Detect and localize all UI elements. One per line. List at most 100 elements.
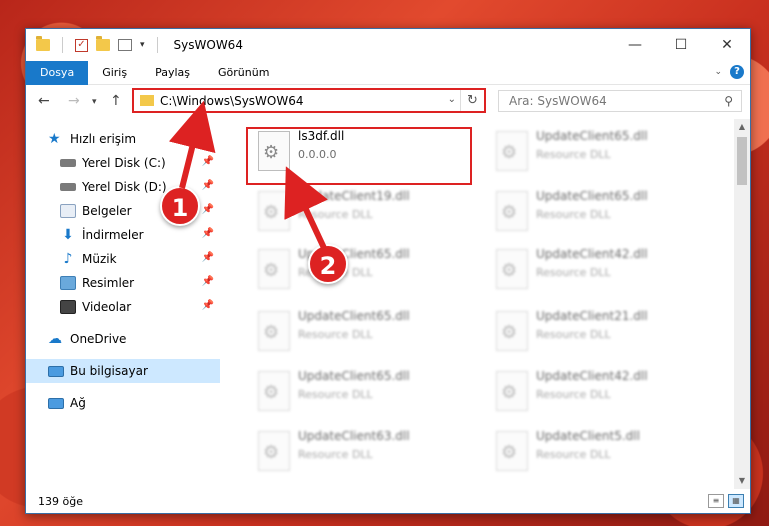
sidebar-item-videos[interactable]: Videolar 📌 <box>26 295 220 319</box>
file-tile[interactable]: UpdateClient65.dll Resource DLL <box>248 365 478 417</box>
forward-arrow-icon[interactable]: → <box>68 93 80 109</box>
pin-icon[interactable]: 📌 <box>202 276 214 287</box>
scroll-down-arrow-icon[interactable]: ▼ <box>734 473 750 489</box>
pin-icon[interactable]: 📌 <box>202 300 214 311</box>
sidebar-item-pictures[interactable]: Resimler 📌 <box>26 271 220 295</box>
refresh-icon[interactable]: ↻ <box>460 90 484 111</box>
sidebar-item-quick-access[interactable]: ★ Hızlı erişim <box>26 127 220 151</box>
sidebar-item-this-pc[interactable]: Bu bilgisayar <box>26 359 220 383</box>
file-description: Resource DLL <box>298 328 373 341</box>
drive-icon <box>60 183 76 191</box>
dll-file-icon <box>496 431 528 471</box>
view-buttons: ≡ ▦ <box>708 494 744 508</box>
navigation-bar: ← → ▾ ↑ C:\Windows\SysWOW64 ⌄ ↻ Ara: Sys… <box>26 85 750 119</box>
file-description: Resource DLL <box>298 388 373 401</box>
address-bar[interactable]: C:\Windows\SysWOW64 ⌄ ↻ <box>132 88 486 113</box>
sidebar-item-label: Yerel Disk (D:) <box>82 180 167 194</box>
help-icon[interactable]: ? <box>730 65 744 79</box>
file-description: Resource DLL <box>536 388 611 401</box>
sidebar-item-label: Belgeler <box>82 204 132 218</box>
dll-file-icon <box>496 371 528 411</box>
file-tile[interactable]: UpdateClient21.dll Resource DLL <box>486 305 716 357</box>
file-description: Resource DLL <box>536 448 611 461</box>
pin-icon[interactable]: 📌 <box>202 156 214 167</box>
back-arrow-icon[interactable]: ← <box>38 93 50 109</box>
sidebar-item-label: Bu bilgisayar <box>70 364 148 378</box>
tiles-view-icon[interactable]: ▦ <box>728 494 744 508</box>
file-tile[interactable]: UpdateClient42.dll Resource DLL <box>486 365 716 417</box>
address-path[interactable]: C:\Windows\SysWOW64 <box>160 94 304 108</box>
folder-icon <box>140 95 154 106</box>
close-button[interactable]: ✕ <box>704 29 750 61</box>
sidebar-item-disk-c[interactable]: Yerel Disk (C:) 📌 <box>26 151 220 175</box>
sidebar-item-music[interactable]: ♪ Müzik 📌 <box>26 247 220 271</box>
up-arrow-icon[interactable]: ↑ <box>110 93 122 109</box>
file-description: Resource DLL <box>298 208 373 221</box>
search-input[interactable]: Ara: SysWOW64 ⚲ <box>498 90 742 112</box>
search-icon[interactable]: ⚲ <box>724 94 733 108</box>
file-tile[interactable]: UpdateClient19.dll Resource DLL <box>248 185 478 237</box>
file-description: Resource DLL <box>536 328 611 341</box>
customize-toolbar-chevron-icon[interactable]: ▾ <box>140 40 145 50</box>
dll-file-icon <box>496 191 528 231</box>
pin-icon[interactable]: 📌 <box>202 180 214 191</box>
vertical-scrollbar[interactable]: ▲ ▼ <box>734 119 750 489</box>
pin-icon[interactable]: 📌 <box>202 252 214 263</box>
drive-icon <box>60 159 76 167</box>
file-tile[interactable]: UpdateClient5.dll Resource DLL <box>486 425 716 477</box>
sidebar-item-downloads[interactable]: ⬇ İndirmeler 📌 <box>26 223 220 247</box>
dll-file-icon <box>258 191 290 231</box>
tab-gorunum[interactable]: Görünüm <box>204 61 283 85</box>
minimize-button[interactable]: — <box>612 29 658 61</box>
documents-icon <box>60 204 76 218</box>
file-tile[interactable]: UpdateClient65.dll Resource DLL <box>248 243 478 295</box>
sidebar-item-label: Müzik <box>82 252 117 266</box>
file-description: Resource DLL <box>298 448 373 461</box>
pin-icon[interactable]: 📌 <box>202 204 214 215</box>
window-controls: — ☐ ✕ <box>612 29 750 61</box>
scroll-up-arrow-icon[interactable]: ▲ <box>734 119 750 135</box>
videos-icon <box>60 300 76 314</box>
file-description: Resource DLL <box>536 148 611 161</box>
tab-dosya[interactable]: Dosya <box>26 60 89 85</box>
tab-giris[interactable]: Giriş <box>88 61 141 85</box>
dll-file-icon <box>496 131 528 171</box>
properties-check-icon[interactable]: ✓ <box>75 38 88 52</box>
file-tile[interactable]: UpdateClient42.dll Resource DLL <box>486 243 716 295</box>
file-name: UpdateClient21.dll <box>536 309 648 323</box>
title-bar: ✓ ▾ SysWOW64 — ☐ ✕ <box>26 29 750 61</box>
downloads-icon: ⬇ <box>62 227 74 243</box>
dll-file-icon <box>258 249 290 289</box>
file-name: UpdateClient65.dll <box>298 309 410 323</box>
file-tile[interactable]: UpdateClient65.dll Resource DLL <box>486 185 716 237</box>
cloud-icon: ☁ <box>48 331 62 347</box>
maximize-button[interactable]: ☐ <box>658 29 704 61</box>
address-dropdown-chevron-icon[interactable]: ⌄ <box>448 94 456 105</box>
dll-file-icon <box>258 431 290 471</box>
file-tile[interactable]: UpdateClient65.dll Resource DLL <box>486 125 716 177</box>
ribbon-tabs: Dosya Giriş Paylaş Görünüm ⌄ ? <box>26 60 750 85</box>
recent-locations-chevron-icon[interactable]: ▾ <box>92 97 97 107</box>
pin-icon[interactable]: 📌 <box>202 228 214 239</box>
new-folder-icon[interactable] <box>96 36 110 51</box>
quick-access-toolbar: ✓ ▾ SysWOW64 <box>26 36 243 53</box>
file-tile[interactable]: UpdateClient65.dll Resource DLL <box>248 305 478 357</box>
item-count: 139 öğe <box>38 494 83 508</box>
scrollbar-thumb[interactable] <box>737 137 747 185</box>
dll-file-icon <box>258 311 290 351</box>
tab-paylas[interactable]: Paylaş <box>141 61 204 85</box>
details-view-icon[interactable]: ≡ <box>708 494 724 508</box>
dll-file-icon <box>258 371 290 411</box>
file-name: UpdateClient19.dll <box>298 189 410 203</box>
sidebar-item-network[interactable]: Ağ <box>26 391 220 415</box>
pictures-icon <box>60 276 76 290</box>
file-description: Resource DLL <box>536 208 611 221</box>
sidebar-item-onedrive[interactable]: ☁ OneDrive <box>26 327 220 351</box>
file-tile[interactable]: UpdateClient63.dll Resource DLL <box>248 425 478 477</box>
dll-file-icon <box>496 249 528 289</box>
file-name: UpdateClient63.dll <box>298 429 410 443</box>
expand-ribbon-chevron-icon[interactable]: ⌄ <box>714 67 722 77</box>
file-name: UpdateClient42.dll <box>536 369 648 383</box>
file-name: UpdateClient5.dll <box>536 429 640 443</box>
properties-icon[interactable] <box>118 39 132 51</box>
